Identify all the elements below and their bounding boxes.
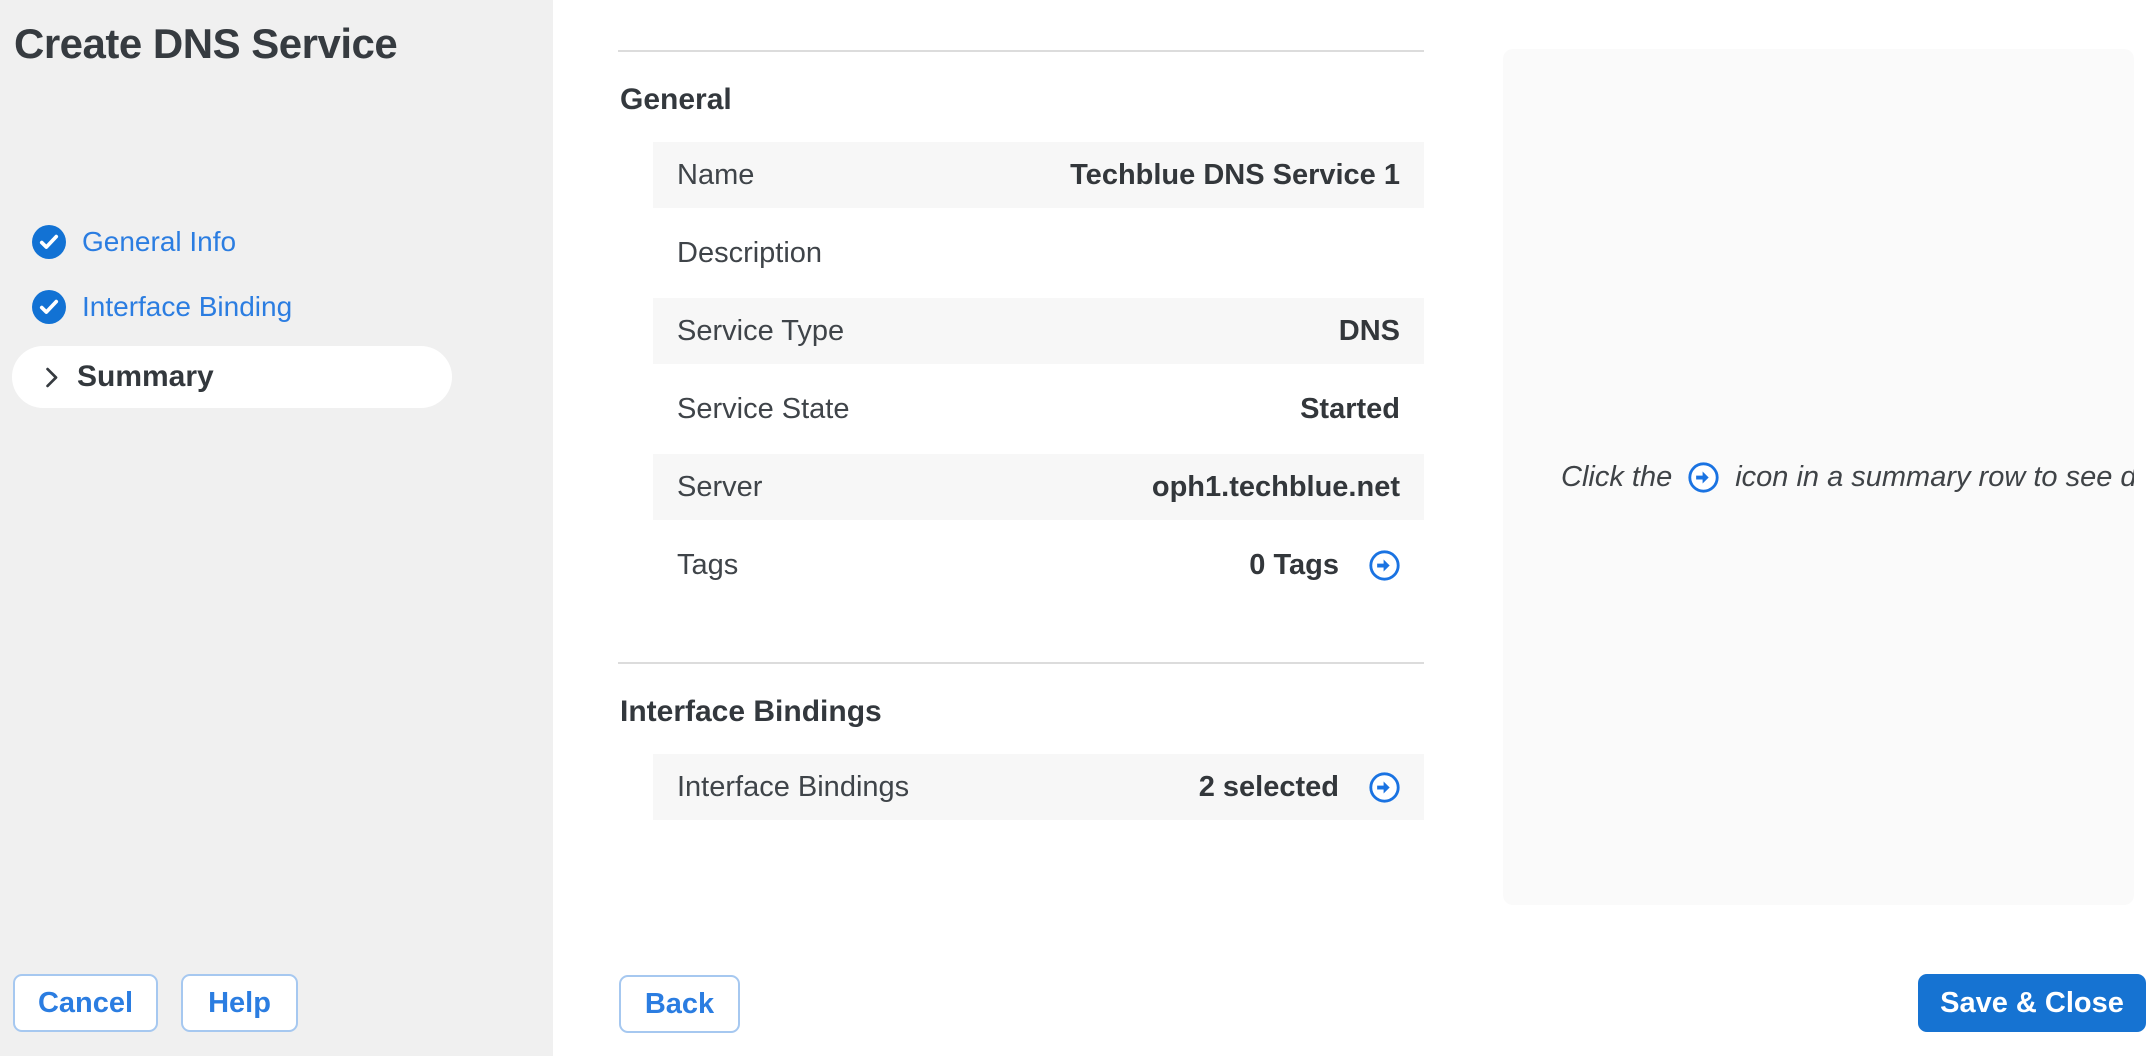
hint-text-after: icon in a summary row to see details.: [1735, 460, 2134, 493]
summary-row: Interface Bindings 2 selected: [653, 754, 1424, 820]
check-circle-icon: [32, 225, 66, 259]
row-value-wrap: 0 Tags: [1249, 549, 1400, 582]
create-dns-service-dialog: Create DNS Service General Info Interfac…: [0, 0, 2154, 1056]
row-value: oph1.techblue.net: [1151, 470, 1400, 503]
step-label: General Info: [82, 226, 237, 257]
summary-sections: General Name Techblue DNS Service 1 Descrip…: [618, 0, 1424, 832]
row-value-wrap: Techblue DNS Service 1: [1070, 159, 1400, 192]
summary-row: Service State Started: [653, 376, 1424, 442]
summary-section: Interface Bindings Interface Bindings 2 se…: [618, 662, 1424, 820]
step-label: Summary: [77, 360, 214, 393]
wizard-sidebar: Create DNS Service General Info Interfac…: [0, 0, 553, 1056]
summary-row: Tags 0 Tags: [653, 532, 1424, 598]
section-divider: [618, 50, 1424, 52]
detail-hint-text: Click the icon in a summary row to see d…: [1503, 461, 2134, 494]
step-label: Interface Binding: [82, 291, 293, 322]
row-label: Name: [677, 158, 755, 191]
summary-section: General Name Techblue DNS Service 1 Descrip…: [618, 50, 1424, 598]
row-value: 2 selected: [1198, 770, 1339, 803]
row-value-wrap: oph1.techblue.net: [1152, 471, 1400, 504]
row-value-wrap: 2 selected: [1199, 771, 1400, 804]
section-rows: Name Techblue DNS Service 1 Description Ser…: [618, 142, 1424, 598]
row-label: Service State: [677, 392, 850, 425]
row-label: Interface Bindings: [677, 770, 910, 803]
detail-hint-panel: Click the icon in a summary row to see d…: [1503, 49, 2134, 905]
row-label: Server: [677, 470, 763, 503]
cancel-button[interactable]: Cancel: [13, 974, 158, 1032]
row-value: Started: [1300, 392, 1400, 425]
step-general-info[interactable]: General Info: [32, 224, 236, 260]
summary-row: Description: [653, 220, 1424, 286]
page-title: Create DNS Service: [14, 20, 398, 67]
arrow-circle-right-icon[interactable]: [1369, 549, 1400, 581]
section-title: Interface Bindings: [620, 695, 882, 728]
row-value: Techblue DNS Service 1: [1070, 158, 1400, 191]
section-divider: [618, 662, 1424, 664]
back-button[interactable]: Back: [619, 975, 740, 1033]
row-value: DNS: [1338, 314, 1400, 347]
section-title: General: [620, 83, 732, 116]
chevron-right-icon: [38, 364, 65, 391]
step-interface-binding[interactable]: Interface Binding: [32, 289, 292, 325]
check-circle-icon: [32, 290, 66, 324]
arrow-circle-right-icon: [1688, 461, 1719, 493]
save-and-close-button[interactable]: Save & Close: [1918, 974, 2146, 1032]
hint-text-before: Click the: [1561, 460, 1673, 493]
section-rows: Interface Bindings 2 selected: [618, 754, 1424, 820]
summary-row: Service Type DNS: [653, 298, 1424, 364]
step-summary-current[interactable]: Summary: [12, 346, 452, 408]
row-value: 0 Tags: [1249, 548, 1339, 581]
arrow-circle-right-icon[interactable]: [1369, 771, 1400, 803]
row-value-wrap: DNS: [1339, 315, 1400, 348]
summary-row: Name Techblue DNS Service 1: [653, 142, 1424, 208]
summary-row: Server oph1.techblue.net: [653, 454, 1424, 520]
row-label: Tags: [677, 548, 739, 581]
help-button[interactable]: Help: [181, 974, 298, 1032]
row-label: Description: [677, 236, 823, 269]
row-value-wrap: Started: [1300, 393, 1400, 426]
row-label: Service Type: [677, 314, 845, 347]
